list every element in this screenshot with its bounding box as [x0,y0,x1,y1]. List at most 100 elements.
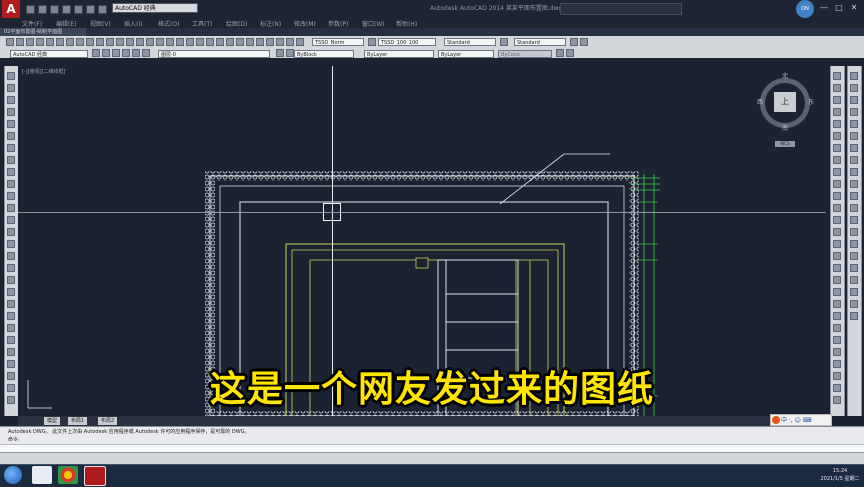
menu-dimension[interactable]: 标注(N) [260,19,281,28]
modify-tool-icon-22[interactable] [833,336,841,344]
standard-tool-icon-31[interactable] [500,38,508,46]
standard-tool-icon-11[interactable] [116,38,124,46]
menu-tools[interactable]: 工具(T) [192,19,212,28]
dimension-tool-icon-7[interactable] [850,156,858,164]
taskbar-chrome-icon[interactable] [58,466,78,484]
save-icon[interactable] [50,5,59,14]
menu-parametric[interactable]: 参数(P) [328,19,348,28]
modify-tool-icon-13[interactable] [833,228,841,236]
modify-tool-icon-2[interactable] [833,96,841,104]
modify-tool-icon-10[interactable] [833,192,841,200]
draw-tool-icon-2[interactable] [7,96,15,104]
layer-tool-icon-5[interactable] [142,49,150,57]
dimension-tool-icon-9[interactable] [850,180,858,188]
start-button[interactable] [4,466,22,484]
draw-tool-icon-16[interactable] [7,264,15,272]
modify-tool-icon-11[interactable] [833,204,841,212]
draw-tool-icon-14[interactable] [7,240,15,248]
draw-tool-icon-15[interactable] [7,252,15,260]
standard-tool-icon-4[interactable] [46,38,54,46]
viewcube-south[interactable]: 南 [782,123,788,132]
menu-edit[interactable]: 编辑(E) [56,19,76,28]
plot-icon[interactable] [74,5,83,14]
modify-tool-icon-8[interactable] [833,168,841,176]
layer-tool-icon-8[interactable] [556,49,564,57]
draw-tool-icon-23[interactable] [7,348,15,356]
standard-tool-icon-2[interactable] [26,38,34,46]
color-combo[interactable]: ByBlock [294,50,354,58]
open-file-icon[interactable] [38,5,47,14]
workspace-dropdown[interactable]: AutoCAD 经典 [112,3,198,13]
dimension-tool-icon-3[interactable] [850,108,858,116]
help-search-input[interactable] [560,3,682,15]
standard-tool-icon-3[interactable] [36,38,44,46]
standard-tool-icon-18[interactable] [186,38,194,46]
draw-tool-icon-5[interactable] [7,132,15,140]
menu-insert[interactable]: 插入(I) [124,19,142,28]
modify-tool-icon-15[interactable] [833,252,841,260]
modify-tool-icon-1[interactable] [833,84,841,92]
wcs-menu[interactable]: WCS [775,141,795,147]
sogou-ime-icon[interactable] [772,416,780,424]
modify-tool-icon-6[interactable] [833,144,841,152]
modify-tool-icon-12[interactable] [833,216,841,224]
layer-combo[interactable]: 图层-0 [158,50,270,58]
standard-tool-icon-9[interactable] [96,38,104,46]
menu-draw[interactable]: 绘图(D) [226,19,247,28]
dimension-tool-icon-18[interactable] [850,288,858,296]
menu-modify[interactable]: 修改(M) [294,19,316,28]
plot-style-combo[interactable]: ByColor [498,50,552,58]
dimension-tool-icon-2[interactable] [850,96,858,104]
modify-tool-icon-17[interactable] [833,276,841,284]
menu-format[interactable]: 格式(O) [158,19,179,28]
dimension-tool-icon-12[interactable] [850,216,858,224]
modify-tool-icon-21[interactable] [833,324,841,332]
standard-tool-icon-26[interactable] [266,38,274,46]
standard-tool-icon-0[interactable] [6,38,14,46]
taskbar-explorer-icon[interactable] [32,466,52,484]
standard-tool-icon-28[interactable] [286,38,294,46]
layer-tool-icon-3[interactable] [122,49,130,57]
layer-tool-icon-6[interactable] [276,49,284,57]
standard-tool-icon-16[interactable] [166,38,174,46]
draw-tool-icon-3[interactable] [7,108,15,116]
standard-tool-icon-32[interactable] [570,38,578,46]
minimize-button[interactable]: — [818,2,830,14]
draw-tool-icon-1[interactable] [7,84,15,92]
dimension-tool-icon-4[interactable] [850,120,858,128]
close-button[interactable]: ✕ [848,2,860,14]
standard-tool-icon-10[interactable] [106,38,114,46]
dimension-tool-icon-10[interactable] [850,192,858,200]
draw-tool-icon-4[interactable] [7,120,15,128]
tab-layout1[interactable]: 布局1 [68,417,88,425]
menu-window[interactable]: 窗口(W) [362,19,385,28]
standard-tool-icon-30[interactable] [368,38,376,46]
draw-tool-icon-21[interactable] [7,324,15,332]
dimension-tool-icon-15[interactable] [850,252,858,260]
standard-tool-icon-17[interactable] [176,38,184,46]
dimension-tool-icon-19[interactable] [850,300,858,308]
save-as-icon[interactable] [62,5,71,14]
user-avatar[interactable]: ON [796,0,814,18]
standard-tool-icon-8[interactable] [86,38,94,46]
dimension-tool-icon-0[interactable] [850,72,858,80]
standard-tool-icon-12[interactable] [126,38,134,46]
standard-tool-icon-22[interactable] [226,38,234,46]
modify-tool-icon-0[interactable] [833,72,841,80]
table-style-combo[interactable]: Standard [444,38,496,46]
standard-tool-icon-14[interactable] [146,38,154,46]
standard-tool-icon-24[interactable] [246,38,254,46]
layer-tool-icon-2[interactable] [112,49,120,57]
dimension-tool-icon-8[interactable] [850,168,858,176]
modify-tool-icon-20[interactable] [833,312,841,320]
draw-tool-icon-8[interactable] [7,168,15,176]
draw-tool-icon-7[interactable] [7,156,15,164]
modify-tool-icon-3[interactable] [833,108,841,116]
dimension-tool-icon-20[interactable] [850,312,858,320]
modify-tool-icon-7[interactable] [833,156,841,164]
modify-tool-icon-5[interactable] [833,132,841,140]
dimension-tool-icon-5[interactable] [850,132,858,140]
modify-tool-icon-16[interactable] [833,264,841,272]
dimension-tool-icon-6[interactable] [850,144,858,152]
tab-model[interactable]: 模型 [44,417,61,425]
